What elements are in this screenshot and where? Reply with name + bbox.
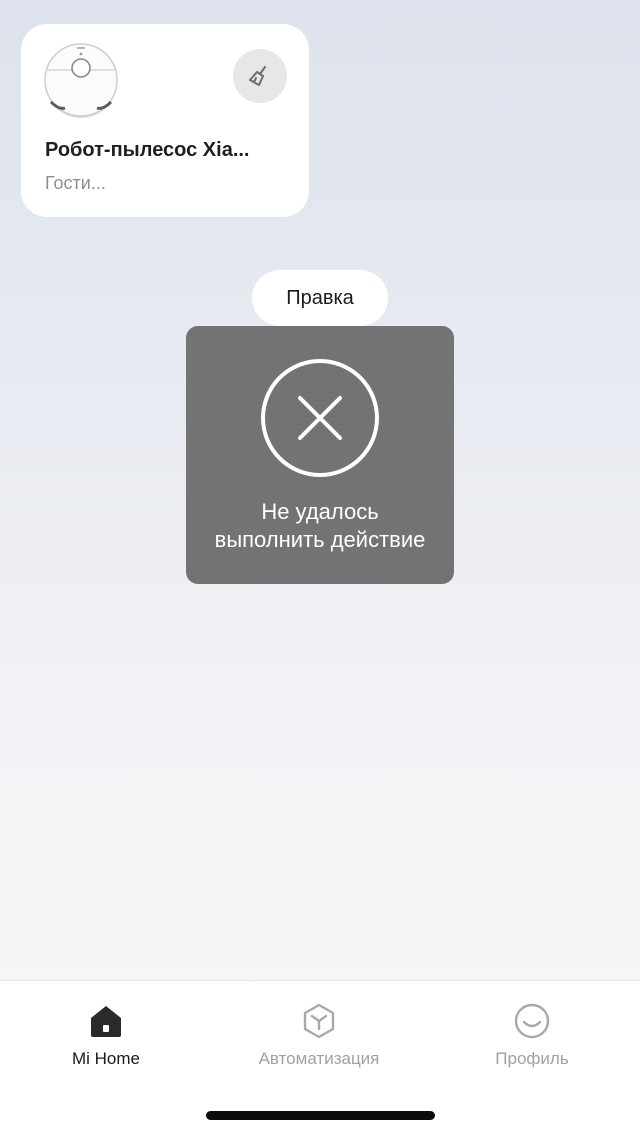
- home-icon: [91, 1006, 121, 1037]
- tab-mi-home[interactable]: Mi Home: [6, 1001, 206, 1081]
- broom-icon: [249, 66, 266, 86]
- tab-label-automation: Автоматизация: [258, 1049, 380, 1068]
- tab-profile[interactable]: Профиль: [432, 1001, 632, 1081]
- error-toast: Не удалось выполнить действие: [186, 326, 454, 584]
- cube-icon: [303, 1003, 335, 1039]
- tab-label-profile: Профиль: [495, 1049, 569, 1068]
- toast-message-line-2: выполнить действие: [214, 527, 426, 552]
- device-name: Робот-пылесос Xia...: [45, 139, 250, 161]
- device-room: Гости...: [45, 173, 106, 193]
- device-card-robot-vacuum[interactable]: Робот-пылесос Xia... Гости...: [21, 24, 309, 217]
- tab-label-mi-home: Mi Home: [71, 1049, 140, 1068]
- toast-message: Не удалось выполнить действие: [186, 498, 454, 554]
- tab-automation[interactable]: Автоматизация: [219, 1001, 419, 1081]
- edit-button[interactable]: Правка: [252, 270, 388, 326]
- error-x-icon: [261, 359, 379, 477]
- clean-button[interactable]: [233, 49, 287, 103]
- robot-vacuum-image: [44, 43, 118, 118]
- home-indicator[interactable]: [206, 1111, 435, 1120]
- toast-message-line-1: Не удалось: [261, 499, 379, 524]
- smile-icon: [514, 1003, 550, 1039]
